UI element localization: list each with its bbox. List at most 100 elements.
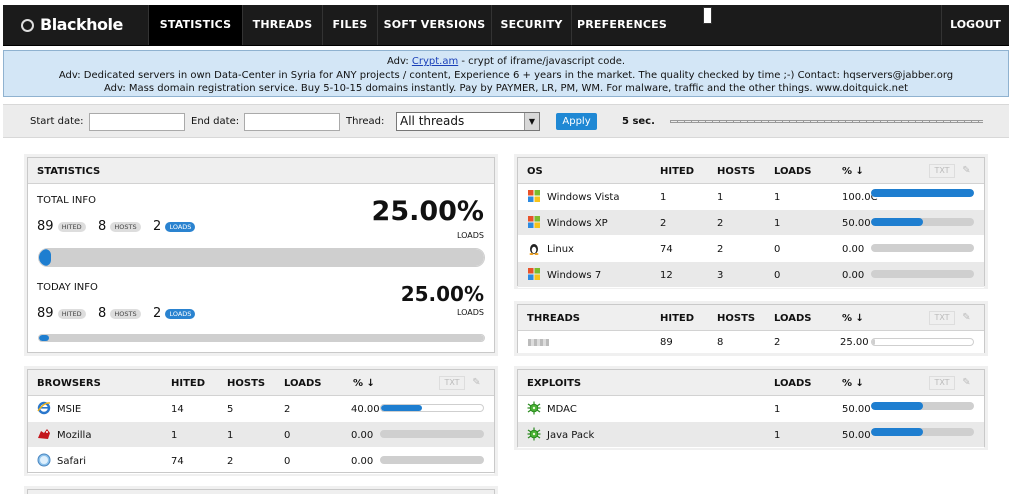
start-date-input[interactable] [89, 113, 185, 131]
end-date-label: End date: [191, 116, 240, 127]
today-load-percent: 25.00% [400, 282, 484, 306]
os-percent: 0.00 [842, 270, 865, 281]
safari-icon [37, 453, 51, 467]
panel-title: EXPLOITS [527, 378, 582, 389]
nav-threads[interactable]: THREADS [242, 5, 322, 45]
column-hited[interactable]: HITED [171, 378, 205, 389]
exploit-rows: MDAC 1 50.00 Java Pack 1 50.00 [518, 396, 984, 448]
panel-header: THREADS HITED HOSTS LOADS % ↓ TXT ✎ [518, 305, 984, 331]
column-loads[interactable]: LOADS [774, 378, 812, 389]
column-hited[interactable]: HITED [660, 313, 694, 324]
column-loads[interactable]: LOADS [774, 166, 812, 177]
os-name: Windows 7 [547, 270, 602, 281]
os-percent: 50.00 [842, 218, 871, 229]
table-row[interactable]: MDAC 1 50.00 [518, 396, 984, 422]
total-loads-caption: LOADS [456, 231, 484, 240]
table-row[interactable]: Windows Vista 1 1 1 100.0C [518, 184, 984, 210]
table-row[interactable]: Mozilla 1 1 0 0.00 [28, 422, 494, 448]
txt-export-button[interactable]: TXT [439, 376, 465, 390]
browser-rows: MSIE 14 5 2 40.00 Mozilla 1 1 0 0.00 Safari 74 2 0 0.0… [28, 396, 494, 474]
panel-title: BROWSERS [37, 378, 101, 389]
column-loads[interactable]: LOADS [284, 378, 322, 389]
os-name: Windows Vista [547, 192, 620, 203]
column-percent[interactable]: % ↓ [842, 166, 864, 177]
os-percent-bar [871, 244, 974, 252]
panel-header: EXPLOITS LOADS % ↓ TXT ✎ [518, 370, 984, 396]
browser-hited: 74 [171, 456, 184, 467]
logo-text: Blackhole [40, 15, 123, 34]
exploits-panel: EXPLOITS LOADS % ↓ TXT ✎ MDAC 1 50.00 Java … [517, 369, 985, 448]
os-loads: 0 [774, 270, 781, 281]
table-row[interactable]: Windows XP 2 2 1 50.00 [518, 210, 984, 236]
browser-loads: 0 [284, 430, 291, 441]
wrench-icon[interactable]: ✎ [960, 164, 973, 178]
browser-hited: 1 [171, 430, 178, 441]
txt-export-button[interactable]: TXT [929, 376, 955, 390]
browsers-panel: BROWSERS HITED HOSTS LOADS % ↓ TXT ✎ MSI… [27, 369, 495, 474]
chevron-down-icon: ▼ [524, 113, 539, 130]
crypt-am-link[interactable]: Crypt.am [412, 56, 458, 67]
exploit-percent-bar [871, 402, 974, 410]
os-hited: 12 [660, 270, 673, 281]
txt-export-button[interactable]: TXT [929, 164, 955, 178]
nav-files[interactable]: FILES [322, 5, 377, 45]
wrench-icon[interactable]: ✎ [470, 376, 483, 390]
column-hosts[interactable]: HOSTS [717, 313, 755, 324]
browser-loads: 0 [284, 456, 291, 467]
logo-ring-icon [21, 18, 34, 32]
table-row[interactable]: Linux 74 2 0 0.00 [518, 236, 984, 262]
column-percent[interactable]: % ↓ [353, 378, 375, 389]
column-percent[interactable]: % ↓ [842, 378, 864, 389]
exploit-percent-bar [871, 428, 974, 436]
os-loads: 0 [774, 244, 781, 255]
column-hosts[interactable]: HOSTS [227, 378, 265, 389]
nav-security[interactable]: SECURITY [491, 5, 571, 45]
thread-label: Thread: [346, 116, 385, 127]
main-navigation: Blackhole STATISTICS THREADS FILES SOFT … [3, 5, 1009, 46]
os-hosts: 2 [717, 244, 724, 255]
today-loads-caption: LOADS [456, 308, 484, 317]
column-loads[interactable]: LOADS [774, 313, 812, 324]
table-row[interactable]: Windows 7 12 3 0 0.00 [518, 262, 984, 288]
exploit-bug-icon [527, 427, 541, 441]
logout-button[interactable]: LOGOUT [941, 5, 1009, 45]
panel-title: OS [527, 166, 543, 177]
nav-soft-versions[interactable]: SOFT VERSIONS [377, 5, 491, 45]
next-panel [27, 489, 495, 494]
panel-header: OS HITED HOSTS LOADS % ↓ TXT ✎ [518, 158, 984, 184]
top-bar: Blackhole STATISTICS THREADS FILES SOFT … [0, 0, 1012, 46]
os-percent-bar [871, 218, 974, 226]
nav-preferences[interactable]: PREFERENCES [571, 5, 672, 45]
refresh-slider-handle[interactable] [703, 7, 712, 24]
os-hited: 2 [660, 218, 667, 229]
os-loads: 1 [774, 218, 781, 229]
os-loads: 1 [774, 192, 781, 203]
txt-export-button[interactable]: TXT [929, 311, 955, 325]
adv-line-1: Adv: Crypt.am - crypt of iframe/javascri… [386, 56, 626, 67]
start-date-label: Start date: [30, 116, 84, 127]
wrench-icon[interactable]: ✎ [960, 376, 973, 390]
column-hited[interactable]: HITED [660, 166, 694, 177]
os-hosts: 2 [717, 218, 724, 229]
os-panel: OS HITED HOSTS LOADS % ↓ TXT ✎ Windows V… [517, 157, 985, 288]
nav-statistics[interactable]: STATISTICS [148, 5, 242, 45]
column-hosts[interactable]: HOSTS [717, 166, 755, 177]
thread-select[interactable]: All threads ▼ [396, 112, 540, 131]
table-row[interactable]: 89 8 2 25.00 [518, 331, 984, 353]
apply-button[interactable]: Apply [556, 113, 597, 130]
refresh-interval: 5 sec. [622, 116, 655, 127]
table-row[interactable]: Java Pack 1 50.00 [518, 422, 984, 448]
logo[interactable]: Blackhole [21, 5, 123, 45]
today-progress-fill [39, 335, 484, 341]
table-row[interactable]: Safari 74 2 0 0.00 [28, 448, 494, 474]
browser-loads: 2 [284, 404, 291, 415]
end-date-input[interactable] [244, 113, 340, 131]
table-row[interactable]: MSIE 14 5 2 40.00 [28, 396, 494, 422]
column-percent[interactable]: % ↓ [842, 313, 864, 324]
browser-name: MSIE [57, 404, 82, 415]
exploit-bug-icon [527, 401, 541, 415]
wrench-icon[interactable]: ✎ [960, 311, 973, 325]
refresh-slider-track[interactable] [670, 120, 983, 123]
browser-percent: 40.00 [351, 404, 380, 415]
exploit-loads: 1 [774, 430, 781, 441]
